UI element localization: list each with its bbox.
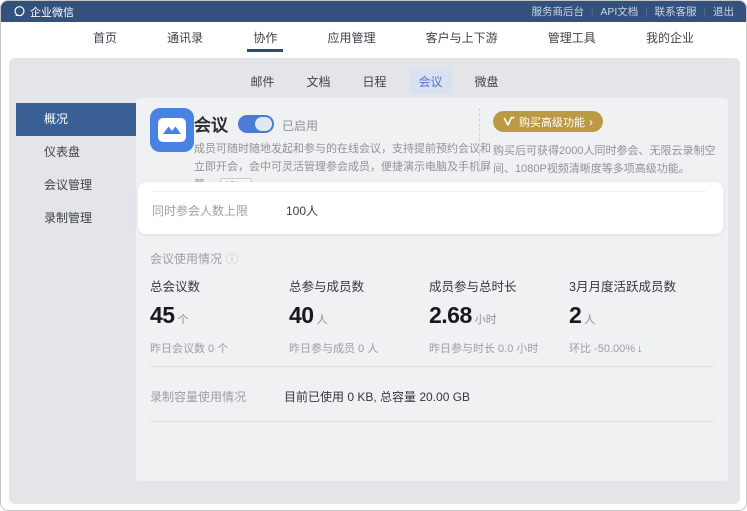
tab-calendar[interactable]: 日程 [353, 69, 395, 94]
sidebar-item-dashboard[interactable]: 仪表盘 [16, 136, 136, 169]
meeting-card: 会议 已启用 成员可随时随地发起和参与的在线会议，支持提前预约会议和立即开会，会… [136, 98, 728, 481]
tab-meeting[interactable]: 会议 [410, 69, 452, 94]
nav-item-collaboration[interactable]: 协作 [247, 22, 283, 52]
recording-capacity-label: 录制容量使用情况 [150, 388, 246, 405]
stat-subtext: 昨日参与成员 0 人 [289, 340, 429, 356]
trend-down-icon: ↓ [637, 343, 643, 355]
tab-mail[interactable]: 邮件 [241, 69, 283, 94]
tab-docs[interactable]: 文档 [297, 69, 339, 94]
stat-unit: 人 [584, 314, 595, 326]
topbar: 企业微信 服务商后台 | API文档 | 联系客服 | 退出 [1, 1, 746, 22]
stat-unit: 人 [317, 314, 328, 326]
brand: 企业微信 [13, 4, 74, 20]
max-participants-value: 100人 [286, 202, 318, 219]
main-nav: 首页 通讯录 协作 应用管理 客户与上下游 管理工具 我的企业 [1, 22, 746, 52]
buy-premium-button[interactable]: 购买高级功能 › [493, 111, 603, 132]
usage-section-title: 会议使用情况 ⓘ [150, 250, 238, 267]
nav-item-customers[interactable]: 客户与上下游 [420, 22, 504, 52]
recording-capacity-value: 目前已使用 0 KB, 总容量 20.00 GB [284, 388, 470, 405]
link-separator: | [645, 7, 647, 17]
nav-item-my-company[interactable]: 我的企业 [640, 22, 700, 52]
section-divider [150, 366, 714, 367]
link-api-docs[interactable]: API文档 [600, 4, 638, 19]
stat-total-meetings: 总会议数 45个 昨日会议数 0 个 [150, 276, 290, 356]
chevron-right-icon: › [589, 116, 593, 128]
tab-drive[interactable]: 微盘 [466, 69, 508, 94]
nav-item-contacts[interactable]: 通讯录 [161, 22, 209, 52]
app-title: 会议 [194, 111, 228, 136]
meeting-enabled-toggle[interactable] [238, 115, 274, 133]
stat-subtext: 环比 -50.00% [569, 343, 635, 355]
link-logout[interactable]: 退出 [713, 4, 734, 19]
nav-item-apps[interactable]: 应用管理 [321, 22, 381, 52]
row-divider [152, 191, 707, 192]
stat-unit: 个 [178, 314, 189, 326]
stat-value: 2 [569, 302, 581, 328]
stat-unit: 小时 [475, 314, 497, 326]
stat-value: 45 [150, 302, 175, 328]
link-provider-console[interactable]: 服务商后台 [532, 4, 585, 19]
stat-title: 总会议数 [150, 276, 290, 295]
stat-monthly-active: 3月月度活跃成员数 2人 环比 -50.00%↓ [569, 276, 709, 356]
highlighted-row: 同时参会人数上限 100人 [138, 182, 723, 234]
brand-name: 企业微信 [30, 4, 74, 20]
sidebar-item-recording-management[interactable]: 录制管理 [16, 202, 136, 235]
premium-v-icon [503, 116, 515, 127]
max-participants-label: 同时参会人数上限 [152, 202, 248, 219]
stat-subtext: 昨日参与时长 0.0 小时 [429, 340, 569, 356]
usage-title-text: 会议使用情况 [150, 250, 222, 267]
vertical-dashed-divider [479, 108, 480, 172]
stat-title: 总参与成员数 [289, 276, 429, 295]
meeting-app-icon [150, 108, 194, 152]
buy-premium-description: 购买后可获得2000人同时参会、无限云录制空间、1080P视频清晰度等多项高级功… [493, 142, 729, 178]
nav-item-admin-tools[interactable]: 管理工具 [542, 22, 602, 52]
stat-total-duration: 成员参与总时长 2.68小时 昨日参与时长 0.0 小时 [429, 276, 569, 356]
app-status: 已启用 [282, 117, 318, 134]
sidebar: 概况 仪表盘 会议管理 录制管理 [16, 103, 136, 235]
app-window: 企业微信 服务商后台 | API文档 | 联系客服 | 退出 首页 通讯录 协作… [0, 0, 747, 511]
info-icon[interactable]: ⓘ [226, 250, 238, 267]
stat-total-participants: 总参与成员数 40人 昨日参与成员 0 人 [289, 276, 429, 356]
link-separator: | [591, 7, 593, 17]
link-separator: | [704, 7, 706, 17]
sidebar-item-overview[interactable]: 概况 [16, 103, 136, 136]
nav-item-home[interactable]: 首页 [87, 22, 123, 52]
wecom-logo-icon [13, 5, 26, 18]
topbar-links: 服务商后台 | API文档 | 联系客服 | 退出 [532, 4, 734, 19]
stat-title: 3月月度活跃成员数 [569, 276, 709, 295]
content-panel: 邮件 文档 日程 会议 微盘 概况 仪表盘 会议管理 录制管理 会议 已 [9, 58, 740, 504]
stat-subtext: 昨日会议数 0 个 [150, 340, 290, 356]
stat-value: 40 [289, 302, 314, 328]
buy-premium-label: 购买高级功能 [519, 114, 585, 130]
stat-value: 2.68 [429, 302, 472, 328]
sidebar-item-meeting-management[interactable]: 会议管理 [16, 169, 136, 202]
stat-title: 成员参与总时长 [429, 276, 569, 295]
link-contact-support[interactable]: 联系客服 [655, 4, 697, 19]
subtabs: 邮件 文档 日程 会议 微盘 [9, 69, 740, 94]
toggle-knob [255, 117, 272, 131]
section-divider [150, 421, 714, 422]
